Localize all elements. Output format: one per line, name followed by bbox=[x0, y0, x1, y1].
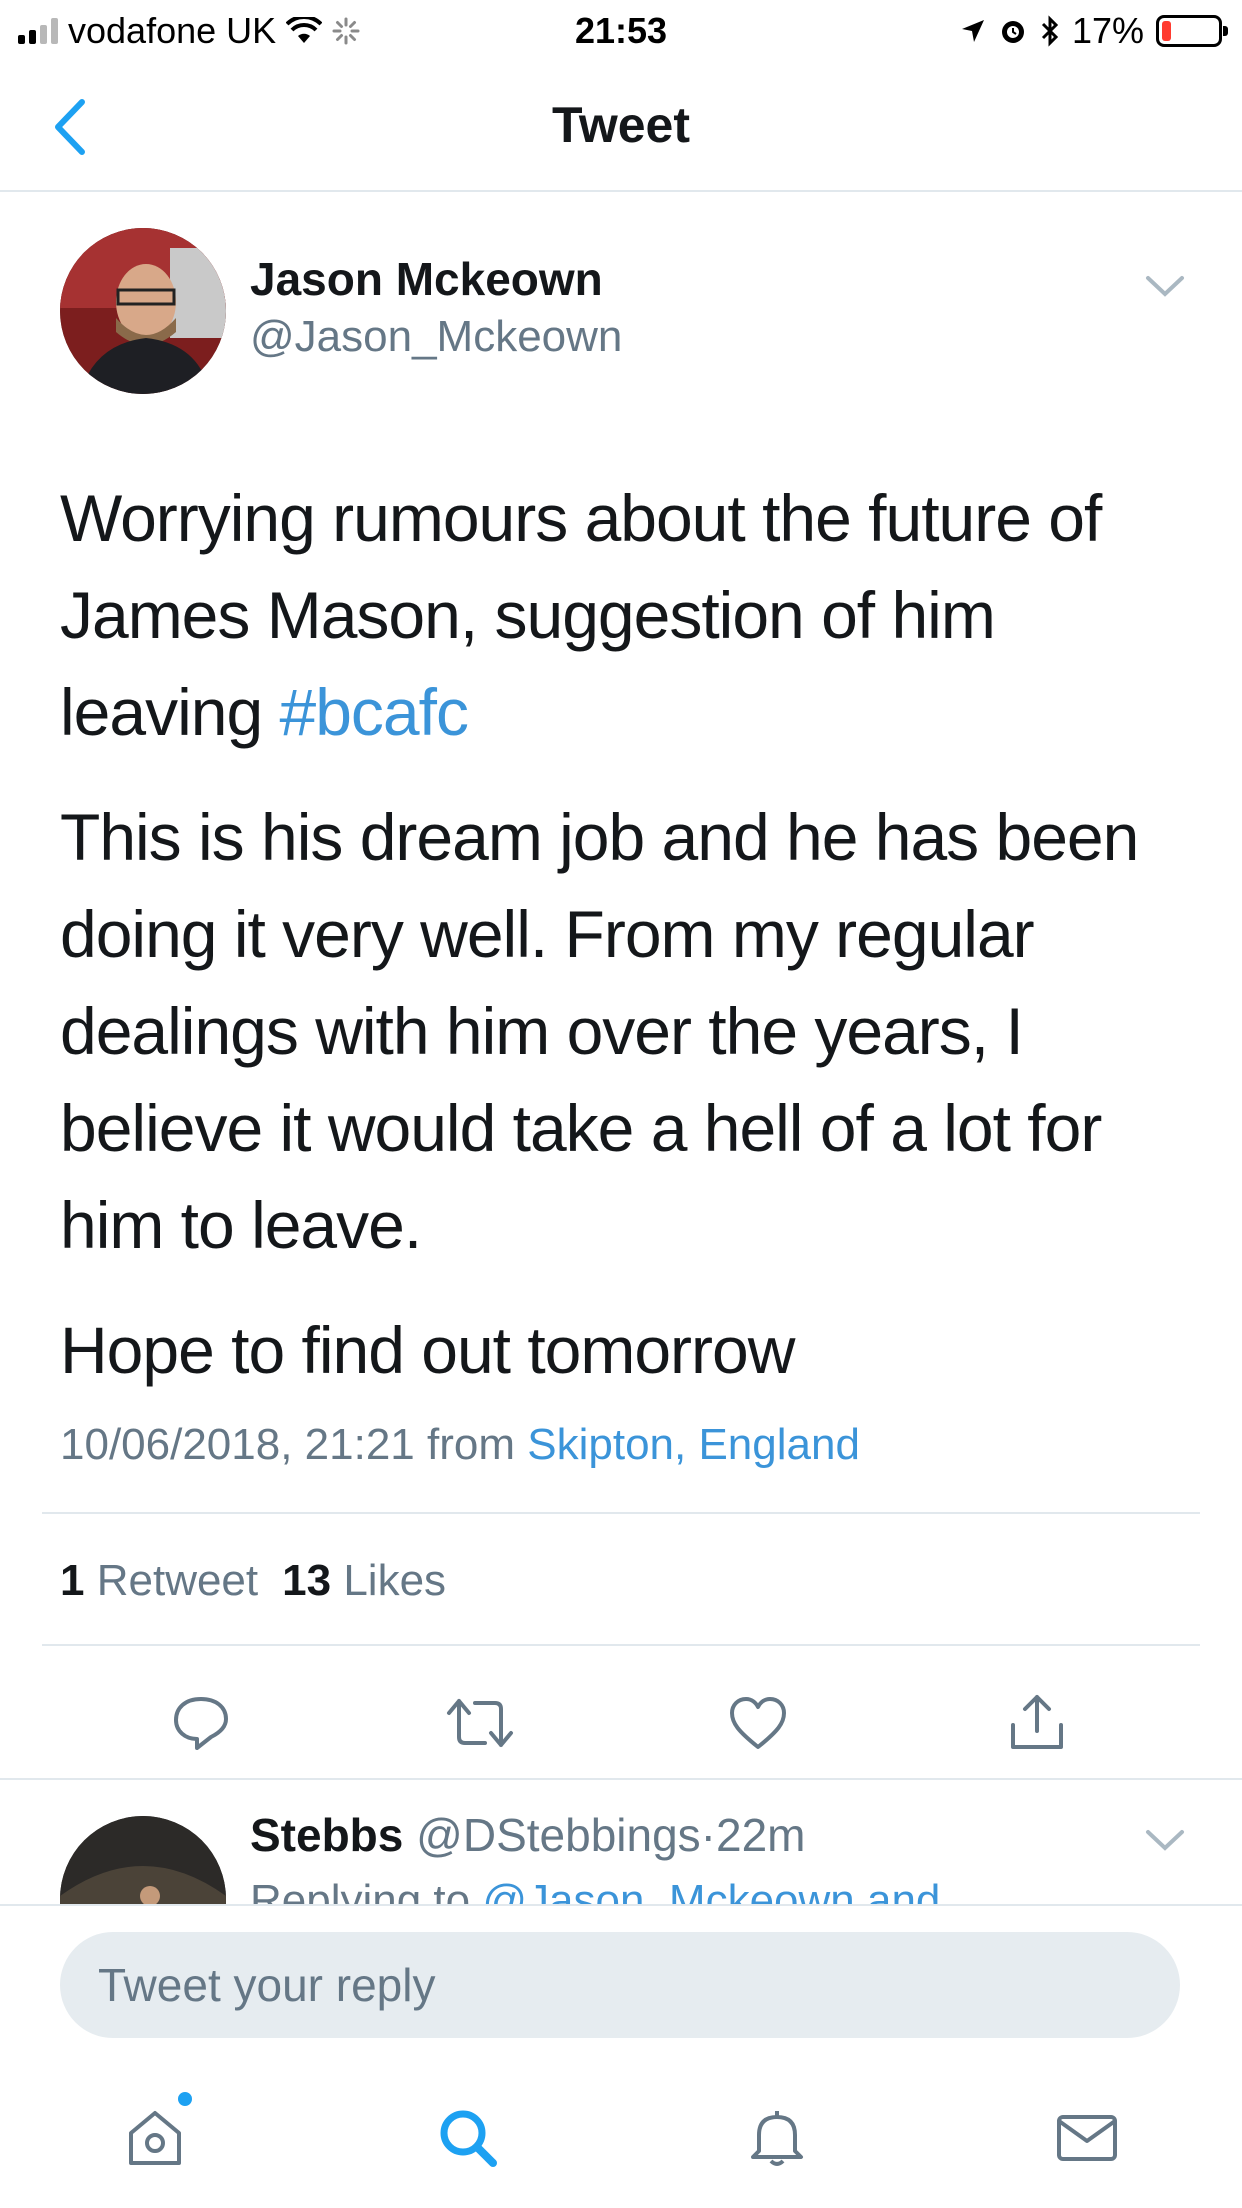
nav-bar: Tweet bbox=[0, 62, 1242, 192]
location-link[interactable]: Skipton, England bbox=[527, 1420, 860, 1469]
tab-search[interactable] bbox=[422, 2092, 512, 2182]
battery-level bbox=[1162, 21, 1171, 41]
from-label: from bbox=[427, 1420, 516, 1469]
like-button[interactable] bbox=[723, 1688, 793, 1758]
tweet-meta: 10/06/2018, 21:21 from Skipton, England bbox=[60, 1420, 860, 1470]
reply-icon bbox=[174, 1697, 228, 1750]
tweet-stats: 1 Retweet 13 Likes bbox=[60, 1556, 446, 1606]
tab-messages[interactable] bbox=[1042, 2092, 1132, 2182]
tweet-paragraph-1: Worrying rumours about the future of Jam… bbox=[60, 470, 1180, 761]
reply-options-button[interactable] bbox=[1140, 1822, 1190, 1858]
likes-label: Likes bbox=[343, 1556, 447, 1605]
tab-home[interactable] bbox=[110, 2090, 200, 2182]
bell-icon bbox=[751, 2111, 803, 2166]
page-title: Tweet bbox=[552, 97, 690, 153]
retweet-icon bbox=[447, 1699, 513, 1747]
reply-separator: · bbox=[700, 1809, 716, 1861]
divider bbox=[42, 1644, 1200, 1646]
tweet-paragraph-3: Hope to find out tomorrow bbox=[60, 1313, 795, 1387]
battery-percent: 17% bbox=[1071, 10, 1144, 51]
retweet-label: Retweet bbox=[96, 1556, 259, 1605]
notification-dot bbox=[176, 2090, 194, 2108]
bluetooth-icon bbox=[1041, 15, 1059, 47]
tweet-paragraph-2: This is his dream job and he has been do… bbox=[60, 800, 1139, 1262]
heart-icon bbox=[730, 1697, 786, 1749]
location-arrow-icon bbox=[961, 20, 984, 42]
home-icon bbox=[129, 2111, 181, 2165]
tab-notifications[interactable] bbox=[732, 2092, 822, 2182]
author-avatar-image bbox=[60, 228, 226, 394]
reply-author-handle[interactable]: @DStebbings bbox=[416, 1809, 701, 1861]
reply-time: 22m bbox=[716, 1809, 806, 1861]
divider bbox=[42, 1512, 1200, 1514]
mail-icon bbox=[1057, 2115, 1117, 2161]
author-avatar[interactable] bbox=[60, 228, 226, 394]
hashtag-link[interactable]: #bcafc bbox=[280, 675, 469, 749]
status-right: 17% bbox=[960, 10, 1228, 52]
battery-icon bbox=[1156, 15, 1228, 47]
divider bbox=[0, 1778, 1242, 1780]
reply-button[interactable] bbox=[166, 1688, 236, 1758]
tab-bar bbox=[0, 2090, 1242, 2202]
reply-author-name[interactable]: Stebbs bbox=[250, 1809, 403, 1861]
share-icon bbox=[1011, 1695, 1063, 1749]
like-count: 13 bbox=[282, 1556, 332, 1605]
chevron-down-icon bbox=[1146, 1830, 1184, 1851]
status-bar: vodafone UK 21:53 17% bbox=[0, 0, 1242, 62]
chevron-down-icon bbox=[1146, 276, 1184, 297]
reply-header: Stebbs @DStebbings·22m bbox=[250, 1808, 805, 1862]
tweet-actions bbox=[0, 1678, 1242, 1768]
author-name[interactable]: Jason Mckeown bbox=[250, 252, 603, 306]
retweet-button[interactable] bbox=[445, 1688, 515, 1758]
tweet-paragraph-1-text: Worrying rumours about the future of Jam… bbox=[60, 481, 1102, 749]
tweet-text: Worrying rumours about the future of Jam… bbox=[60, 470, 1180, 1427]
reply-input[interactable] bbox=[60, 1932, 1180, 2038]
tweet-timestamp: 10/06/2018, 21:21 bbox=[60, 1420, 415, 1469]
alarm-icon bbox=[1001, 21, 1024, 43]
search-icon bbox=[440, 2110, 497, 2167]
share-button[interactable] bbox=[1002, 1688, 1072, 1758]
retweet-count: 1 bbox=[60, 1556, 85, 1605]
retweets-stat[interactable]: 1 Retweet bbox=[60, 1556, 258, 1605]
tweet-options-button[interactable] bbox=[1140, 268, 1190, 304]
likes-stat[interactable]: 13 Likes bbox=[282, 1556, 446, 1605]
author-handle[interactable]: @Jason_Mckeown bbox=[250, 312, 622, 362]
